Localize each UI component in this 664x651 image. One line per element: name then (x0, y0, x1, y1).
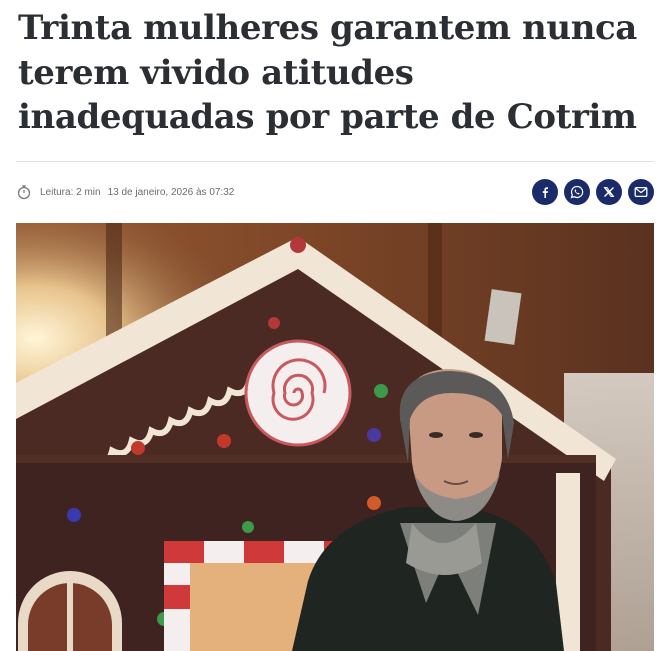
stopwatch-icon (16, 184, 32, 200)
article-headline: Trinta mulheres garantem nunca terem viv… (18, 8, 637, 137)
share-facebook-button[interactable] (532, 179, 558, 205)
share-x-button[interactable] (596, 179, 622, 205)
x-icon (603, 186, 615, 198)
share-whatsapp-button[interactable] (564, 179, 590, 205)
reading-time: Leitura: 2 min (40, 186, 101, 198)
mail-icon (634, 186, 648, 198)
divider (16, 161, 654, 162)
facebook-icon (539, 186, 551, 198)
share-bar (526, 179, 654, 205)
publish-date: 13 de janeiro, 2026 às 07:32 (107, 186, 235, 198)
article-photo (16, 223, 654, 651)
whatsapp-icon (570, 185, 584, 199)
article-meta: Leitura: 2 min 13 de janeiro, 2026 às 07… (16, 183, 234, 201)
share-email-button[interactable] (628, 179, 654, 205)
